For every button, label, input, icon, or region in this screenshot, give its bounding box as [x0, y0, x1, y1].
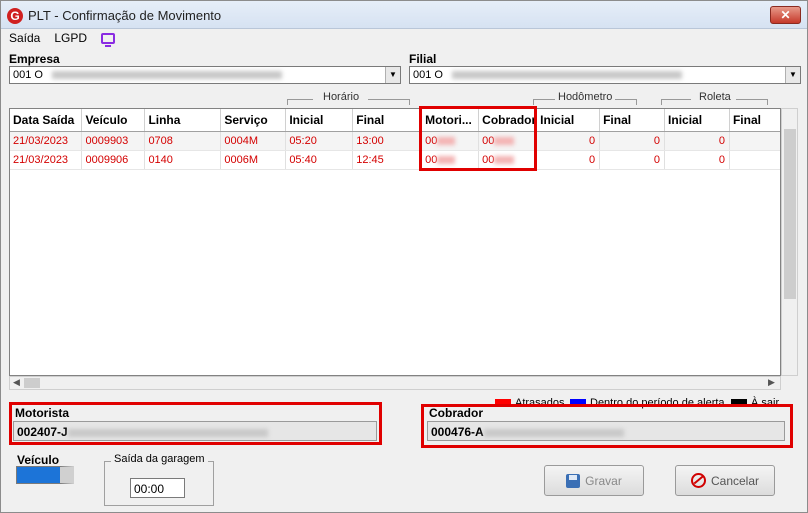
cell-linha: 0140: [144, 150, 222, 170]
cell-roleta-final: [729, 150, 780, 170]
col-veiculo[interactable]: Veículo: [81, 109, 146, 132]
app-logo-icon: G: [7, 8, 23, 24]
save-icon: [566, 473, 581, 488]
cell-hodometro-inicial: 0: [536, 131, 601, 151]
group-line: [368, 99, 410, 105]
main-window: G PLT - Confirmação de Movimento ✕ Saída…: [0, 0, 808, 513]
empresa-label: Empresa: [9, 52, 60, 66]
cell-horario-inicial: 05:20: [285, 131, 354, 151]
col-horario-final[interactable]: Final: [352, 109, 423, 132]
scroll-thumb[interactable]: [784, 129, 796, 299]
cell-roleta-inicial: 0: [664, 150, 730, 170]
group-line: [736, 99, 768, 105]
menu-bar: Saída LGPD: [9, 29, 116, 47]
table-row[interactable]: 21/03/2023 0009903 0708 0004M 05:20 13:0…: [10, 131, 780, 151]
group-roleta: Roleta: [699, 91, 731, 103]
monitor-icon[interactable]: [101, 32, 116, 47]
saida-garagem-input[interactable]: 00:00: [130, 478, 185, 498]
cell-linha: 0708: [144, 131, 222, 151]
cell-data-saida: 21/03/2023: [10, 131, 83, 151]
cell-horario-final: 12:45: [352, 150, 423, 170]
col-roleta-inicial[interactable]: Inicial: [664, 109, 730, 132]
scroll-thumb[interactable]: [24, 378, 40, 388]
empresa-select[interactable]: 001 O ▼: [9, 66, 401, 84]
cell-horario-inicial: 05:40: [285, 150, 354, 170]
cell-servico: 0006M: [220, 150, 287, 170]
cell-veiculo: 0009906: [81, 150, 146, 170]
group-hodometro: Hodômetro: [558, 91, 613, 103]
cell-hodometro-inicial: 0: [536, 150, 601, 170]
veiculo-label: Veículo: [17, 453, 60, 467]
cell-hodometro-final: 0: [599, 150, 666, 170]
cancelar-button[interactable]: Cancelar: [675, 465, 775, 496]
movements-grid[interactable]: Data Saída Veículo Linha Serviço Inicial…: [9, 108, 781, 376]
cell-roleta-inicial: 0: [664, 131, 730, 151]
cell-servico: 0004M: [220, 131, 287, 151]
window-title: PLT - Confirmação de Movimento: [28, 8, 222, 23]
filial-label: Filial: [409, 52, 437, 66]
col-hodometro-final[interactable]: Final: [599, 109, 666, 132]
scroll-left-icon[interactable]: ◀: [13, 377, 20, 388]
col-hodometro-inicial[interactable]: Inicial: [536, 109, 601, 132]
filial-value: 001 O: [413, 69, 443, 81]
title-bar: G PLT - Confirmação de Movimento ✕: [1, 1, 807, 29]
col-horario-inicial[interactable]: Inicial: [285, 109, 354, 132]
col-servico[interactable]: Serviço: [220, 109, 287, 132]
group-line: [533, 99, 555, 105]
menu-saida[interactable]: Saída: [9, 31, 40, 45]
cell-hodometro-final: 0: [599, 131, 666, 151]
veiculo-color-field[interactable]: [16, 466, 74, 484]
vertical-scrollbar[interactable]: [781, 108, 798, 376]
highlight-cobrador: [421, 404, 793, 448]
cell-data-saida: 21/03/2023: [10, 150, 83, 170]
group-line: [287, 99, 313, 105]
gravar-button[interactable]: Gravar: [544, 465, 644, 496]
col-linha[interactable]: Linha: [144, 109, 222, 132]
col-roleta-final[interactable]: Final: [729, 109, 780, 132]
empresa-value: 001 O: [13, 69, 43, 81]
menu-lgpd[interactable]: LGPD: [54, 31, 87, 45]
chevron-down-icon[interactable]: ▼: [785, 67, 800, 83]
cancel-icon: [690, 473, 706, 488]
table-row[interactable]: 21/03/2023 0009906 0140 0006M 05:40 12:4…: [10, 150, 780, 170]
movements-table: Data Saída Veículo Linha Serviço Inicial…: [10, 109, 780, 170]
group-line: [615, 99, 637, 105]
horizontal-scrollbar[interactable]: ◀ ▶: [9, 376, 781, 390]
close-button[interactable]: ✕: [770, 6, 801, 24]
saida-garagem-label: Saída da garagem: [111, 453, 208, 465]
cell-roleta-final: [729, 131, 780, 151]
filial-select[interactable]: 001 O ▼: [409, 66, 801, 84]
highlight-motorista: [9, 402, 382, 445]
cell-veiculo: 0009903: [81, 131, 146, 151]
highlight-motorista-cobrador-columns: [419, 106, 537, 171]
cell-horario-final: 13:00: [352, 131, 423, 151]
table-header: Data Saída Veículo Linha Serviço Inicial…: [10, 109, 780, 132]
chevron-down-icon[interactable]: ▼: [385, 67, 400, 83]
group-line: [661, 99, 691, 105]
group-horario: Horário: [323, 91, 360, 103]
scroll-right-icon[interactable]: ▶: [768, 377, 775, 388]
col-data-saida[interactable]: Data Saída: [10, 109, 83, 132]
